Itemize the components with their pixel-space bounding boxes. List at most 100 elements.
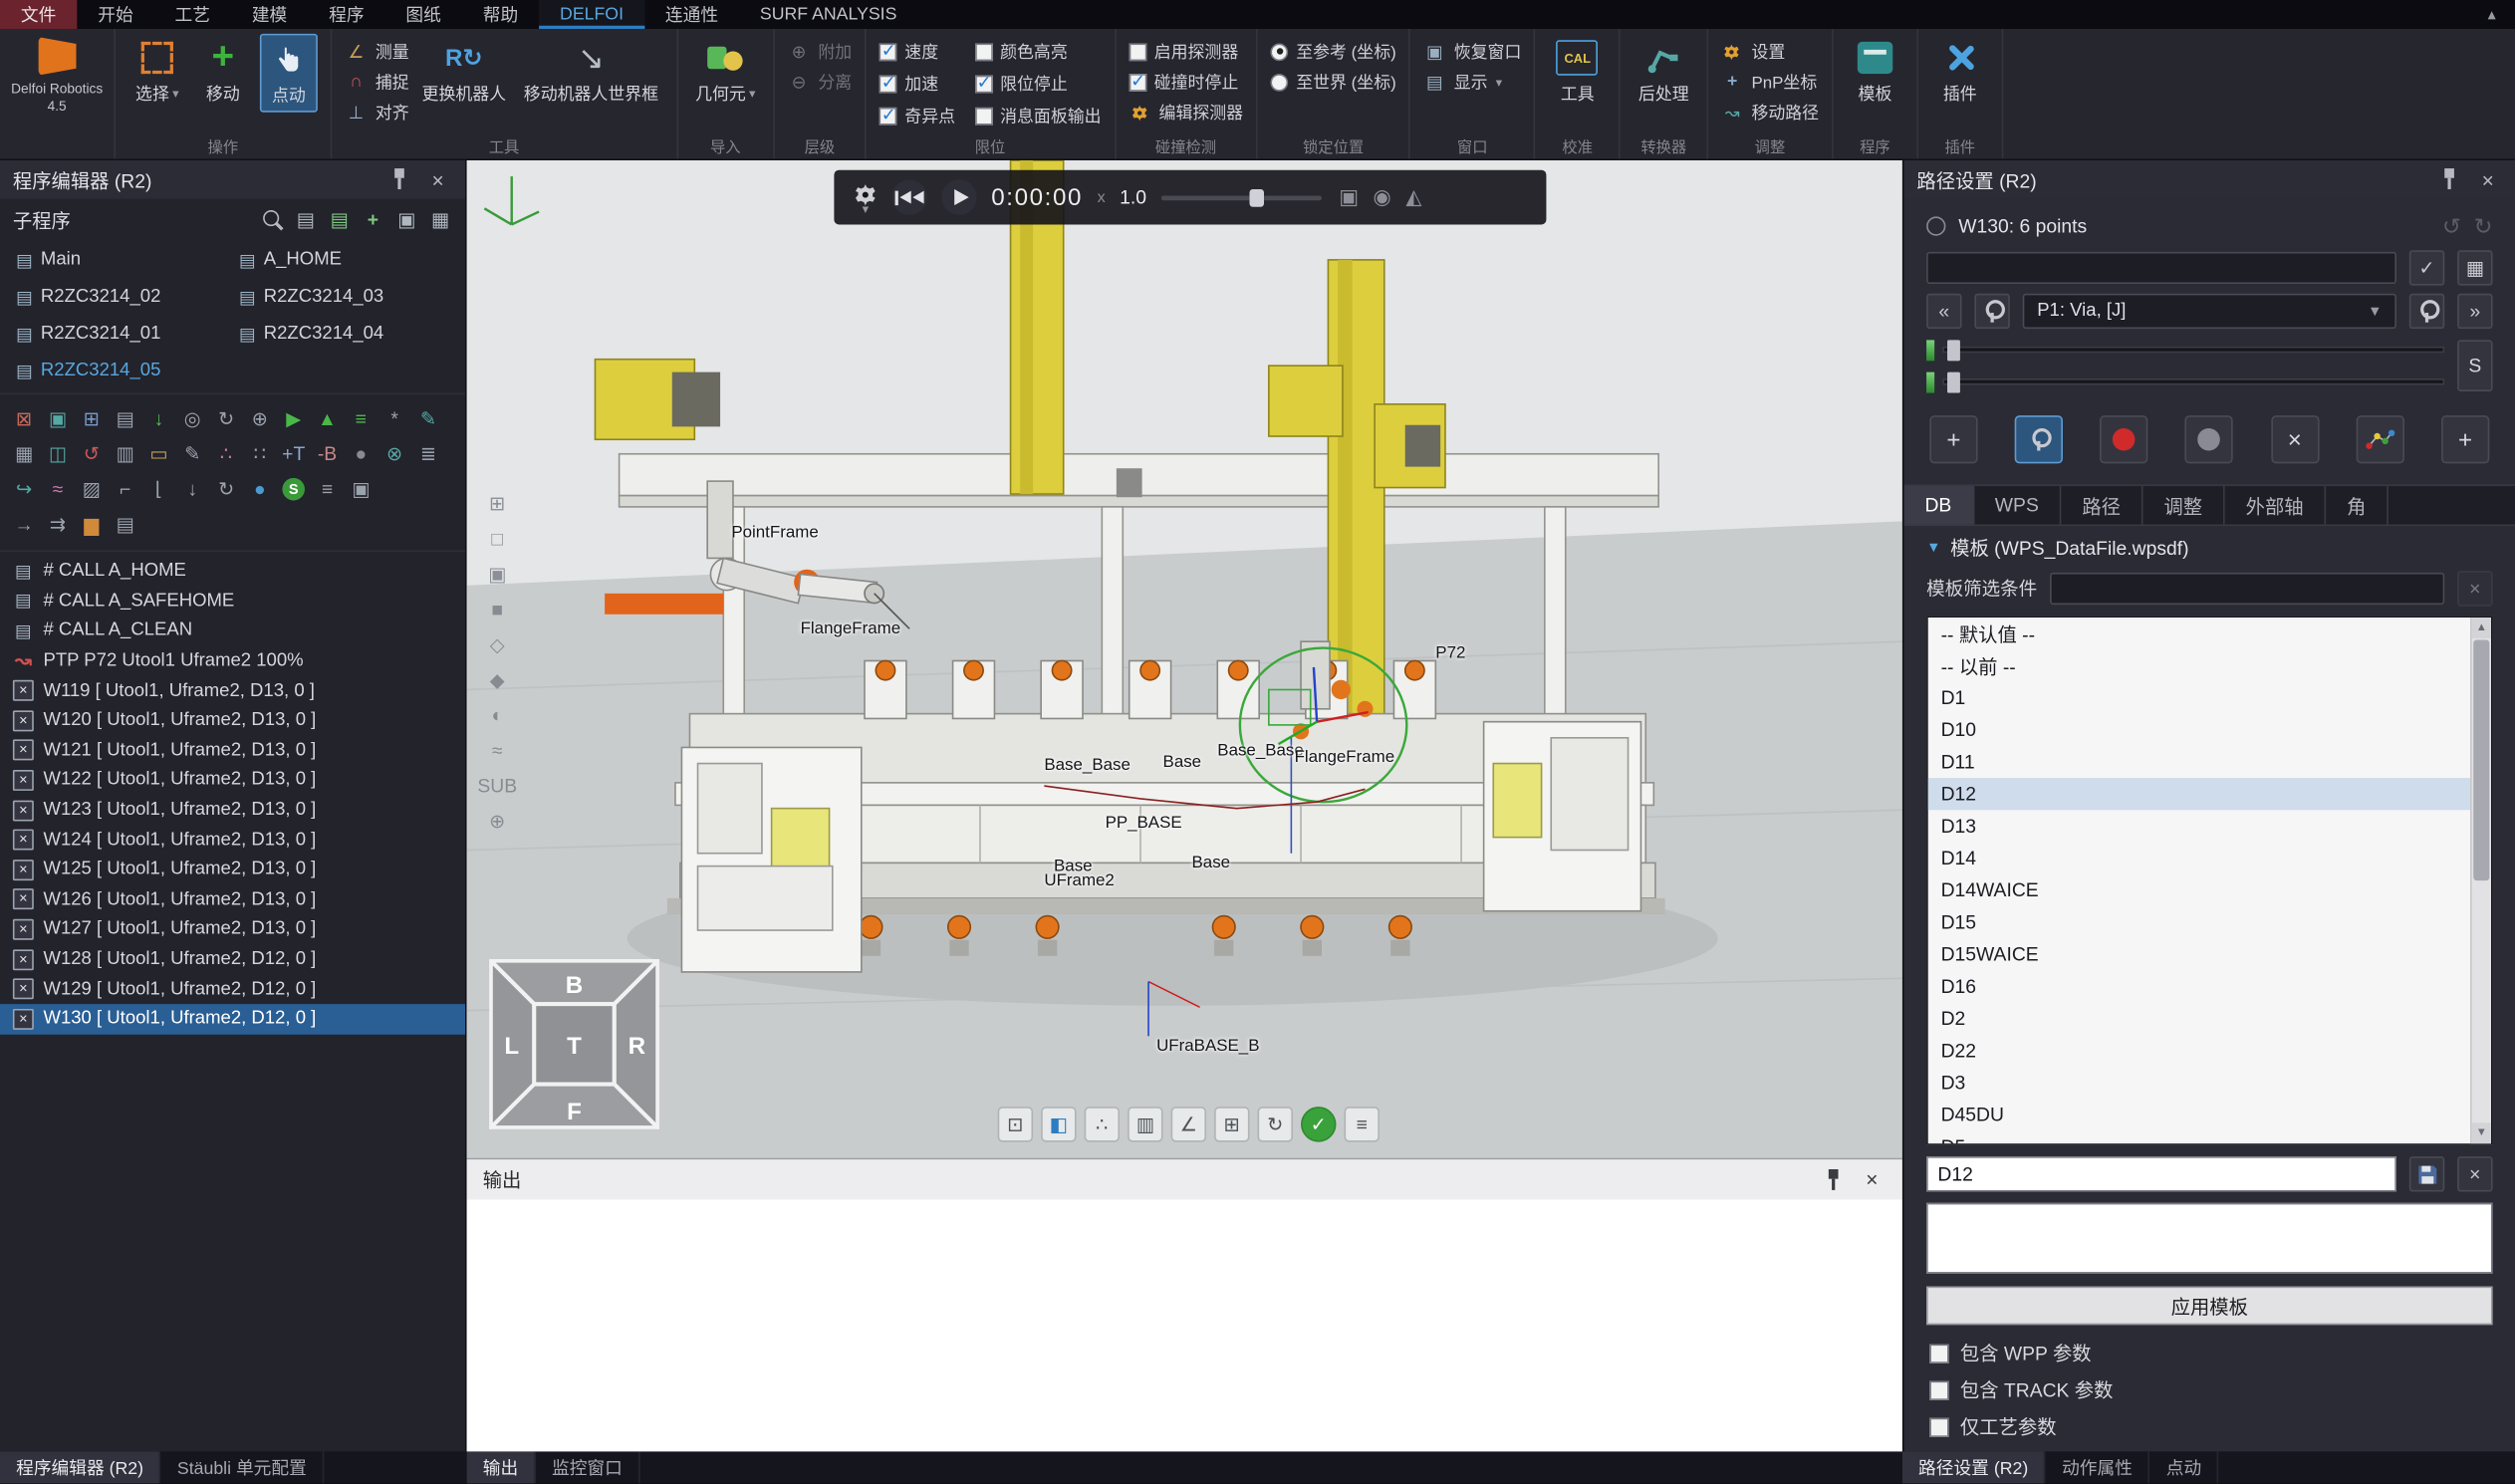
program-toolbar-icon[interactable]: ▶	[279, 404, 308, 433]
subprogram-item[interactable]: R2ZC3214_03	[233, 282, 456, 311]
playback-extra-icon[interactable]: ◉	[1374, 184, 1391, 210]
program-toolbar-icon[interactable]: ✎	[413, 404, 442, 433]
next-point-button[interactable]: »	[2457, 294, 2492, 329]
template-list-item[interactable]: D10	[1928, 714, 2470, 746]
status-tab[interactable]: 点动	[2150, 1451, 2219, 1483]
template-notes-area[interactable]	[1926, 1203, 2492, 1274]
grid-view-icon[interactable]: ▦	[2457, 250, 2492, 285]
program-toolbar-icon[interactable]: ∷	[245, 439, 274, 468]
program-toolbar-icon[interactable]: ✎	[178, 439, 207, 468]
program-toolbar-icon[interactable]: ▲	[313, 404, 342, 433]
detach-button[interactable]: ⊖分离	[788, 69, 852, 95]
playback-extra-icon[interactable]: ◭	[1405, 184, 1421, 210]
delete-template-icon[interactable]: ×	[2457, 1156, 2492, 1191]
position-slider[interactable]	[1942, 347, 2444, 353]
template-button[interactable]: 模板	[1846, 34, 1903, 110]
close-icon[interactable]: ×	[1858, 1165, 1886, 1194]
limit-checkbox[interactable]: 速度	[880, 39, 955, 65]
status-tab[interactable]: 监控窗口	[536, 1451, 640, 1483]
copy-icon[interactable]	[394, 208, 418, 232]
program-toolbar-icon[interactable]: ⊞	[77, 404, 106, 433]
motion-type-dropdown[interactable]: P1: Via, [J] ▼	[2023, 294, 2396, 329]
program-toolbar-icon[interactable]: ↪	[10, 475, 39, 504]
template-list-item[interactable]: D22	[1928, 1035, 2470, 1067]
measure-button[interactable]: ∠测量	[345, 39, 408, 65]
program-toolbar-icon[interactable]: ▦	[10, 439, 39, 468]
attach-button[interactable]: ⊕附加	[788, 39, 852, 65]
viewport-bottom-icon[interactable]: ⊞	[1214, 1107, 1249, 1141]
template-list-item[interactable]: D16	[1928, 970, 2470, 1002]
viewport-strip-icon[interactable]: ■	[491, 595, 503, 621]
template-list-item[interactable]: D15	[1928, 906, 2470, 938]
delete-icon[interactable]	[428, 208, 452, 232]
scroll-up-icon[interactable]: ▲	[2472, 618, 2491, 638]
viewport-bottom-icon[interactable]: ≡	[1345, 1107, 1380, 1141]
validate-program-icon[interactable]	[328, 208, 352, 232]
restore-windows-button[interactable]: ▣恢复窗口	[1423, 39, 1521, 65]
template-list-item[interactable]: D11	[1928, 746, 2470, 778]
statement-row[interactable]: W123 [ Utool1, Uframe2, D13, 0 ]	[0, 795, 465, 825]
tab[interactable]: 路径	[2061, 486, 2142, 525]
status-tab[interactable]: 输出	[467, 1451, 536, 1483]
statement-row[interactable]: W130 [ Utool1, Uframe2, D12, 0 ]	[0, 1004, 465, 1034]
3d-viewport[interactable]: PointFrameFlangeFrameP72Base_BaseBaseBas…	[467, 160, 1902, 1158]
statement-row[interactable]: W127 [ Utool1, Uframe2, D13, 0 ]	[0, 914, 465, 944]
statement-row[interactable]: W120 [ Utool1, Uframe2, D13, 0 ]	[0, 706, 465, 736]
menu-item[interactable]: 帮助	[462, 0, 539, 29]
rewind-button[interactable]	[891, 179, 926, 214]
add-icon[interactable]	[361, 208, 384, 232]
subprogram-item[interactable]: R2ZC3214_04	[233, 319, 456, 348]
template-option-checkbox[interactable]: 包含 TRACK 参数	[1904, 1371, 2515, 1408]
program-toolbar-icon[interactable]: ≈	[43, 475, 72, 504]
playback-settings-button[interactable]: ▾	[854, 182, 878, 213]
program-toolbar-icon[interactable]: ≡	[313, 475, 342, 504]
program-toolbar-icon[interactable]: *	[380, 404, 409, 433]
teach-point-button[interactable]	[2015, 415, 2063, 463]
template-list-item[interactable]: -- 默认值 --	[1928, 618, 2470, 649]
program-toolbar-icon[interactable]: ↓	[144, 404, 173, 433]
tab[interactable]: WPS	[1974, 486, 2062, 525]
geometry-button[interactable]: 几何元▾	[690, 34, 760, 110]
program-toolbar-icon[interactable]: ●	[245, 475, 274, 504]
lock-radio[interactable]: 至世界 (坐标)	[1270, 69, 1395, 95]
move-robot-world-button[interactable]: ↘ 移动机器人世界框	[519, 34, 663, 110]
align-button[interactable]: ⊥对齐	[345, 100, 408, 125]
template-list-item[interactable]: D15WAICE	[1928, 938, 2470, 970]
viewport-bottom-icon[interactable]: ⊡	[998, 1107, 1033, 1141]
tab[interactable]: 外部轴	[2225, 486, 2326, 525]
template-list-item[interactable]: D14	[1928, 842, 2470, 873]
collision-checkbox[interactable]: 启用探测器	[1129, 39, 1243, 65]
output-log[interactable]	[467, 1200, 1902, 1452]
pin-icon[interactable]	[1819, 1165, 1848, 1194]
template-list-item[interactable]: D13	[1928, 810, 2470, 842]
pin-icon[interactable]	[384, 165, 413, 194]
close-icon[interactable]: ×	[423, 165, 452, 194]
menu-item[interactable]: DELFOI	[539, 0, 644, 29]
template-list-item[interactable]: D2	[1928, 1003, 2470, 1035]
statement-row[interactable]: W119 [ Utool1, Uframe2, D13, 0 ]	[0, 676, 465, 706]
limit-checkbox[interactable]: 消息面板输出	[974, 103, 1101, 128]
trajectory-button[interactable]	[2356, 415, 2403, 463]
record-button[interactable]	[2101, 415, 2148, 463]
viewport-strip-icon[interactable]: SUB	[477, 772, 517, 799]
limit-checkbox[interactable]: 奇异点	[880, 103, 955, 128]
snap-button[interactable]: ∩捕捉	[345, 69, 408, 95]
move-button[interactable]: + 移动	[194, 34, 252, 110]
speed-value[interactable]: 1.0	[1120, 186, 1146, 209]
program-toolbar-icon[interactable]: ◎	[178, 404, 207, 433]
program-toolbar-icon[interactable]: ≣	[413, 439, 442, 468]
program-toolbar-icon[interactable]: ◫	[43, 439, 72, 468]
statement-row[interactable]: W126 [ Utool1, Uframe2, D13, 0 ]	[0, 884, 465, 914]
viewport-strip-icon[interactable]: ◐	[491, 701, 503, 728]
teach-pin-icon[interactable]	[1974, 294, 2009, 329]
statement-row[interactable]: PTP P72 Utool1 Uframe2 100%	[0, 646, 465, 676]
speed-slider[interactable]	[1161, 195, 1322, 200]
statement-row[interactable]: W128 [ Utool1, Uframe2, D12, 0 ]	[0, 944, 465, 974]
menu-item[interactable]: SURF ANALYSIS	[739, 0, 917, 29]
template-list-item[interactable]: D3	[1928, 1067, 2470, 1099]
confirm-icon[interactable]: ✓	[2409, 250, 2444, 285]
tab[interactable]: 角	[2326, 486, 2389, 525]
menu-item[interactable]: 连通性	[644, 0, 739, 29]
template-option-checkbox[interactable]: 仅工艺参数	[1904, 1408, 2515, 1445]
template-list-item[interactable]: D12	[1928, 778, 2470, 810]
